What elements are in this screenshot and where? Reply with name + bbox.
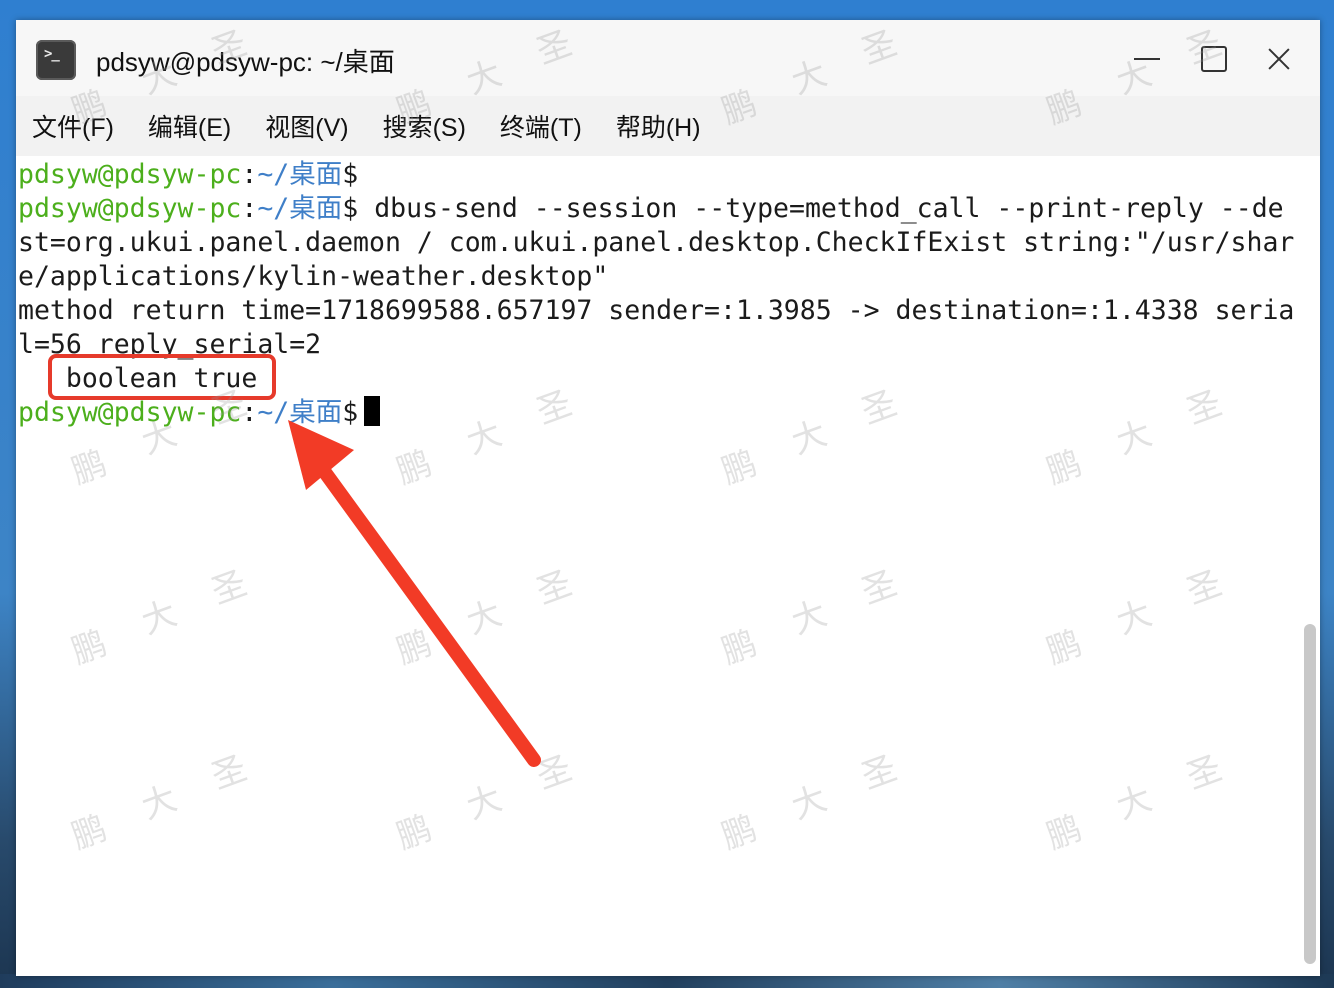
desktop-background-bottom	[0, 974, 1334, 988]
title-bar[interactable]: >_ pdsyw@pdsyw-pc: ~/桌面	[16, 20, 1320, 96]
menu-edit[interactable]: 编辑(E)	[148, 108, 231, 144]
terminal-line: pdsyw@pdsyw-pc:~/桌面$	[18, 158, 358, 192]
prompt-user: pdsyw@pdsyw-pc	[18, 159, 242, 190]
terminal-window: >_ pdsyw@pdsyw-pc: ~/桌面 文件(F) 编辑(E) 视图(V…	[16, 20, 1320, 976]
menu-view[interactable]: 视图(V)	[265, 108, 348, 144]
menu-help[interactable]: 帮助(H)	[616, 108, 701, 144]
prompt-user: pdsyw@pdsyw-pc	[18, 397, 242, 428]
menu-terminal[interactable]: 终端(T)	[500, 108, 582, 144]
terminal-line: e/applications/kylin-weather.desktop"	[18, 261, 609, 292]
prompt-symbol: $	[342, 397, 359, 428]
terminal-line: pdsyw@pdsyw-pc:~/桌面$ dbus-send --session…	[18, 192, 1284, 226]
menu-file[interactable]: 文件(F)	[32, 108, 114, 144]
minimize-button[interactable]	[1130, 42, 1164, 76]
desktop-background-right	[1318, 0, 1334, 988]
annotation-highlight-box	[48, 354, 276, 400]
menu-bar: 文件(F) 编辑(E) 视图(V) 搜索(S) 终端(T) 帮助(H)	[16, 96, 1320, 156]
close-button[interactable]	[1262, 42, 1296, 76]
prompt-symbol: $	[342, 193, 359, 224]
terminal-output[interactable]: pdsyw@pdsyw-pc:~/桌面$ pdsyw@pdsyw-pc:~/桌面…	[16, 156, 1320, 976]
terminal-line: pdsyw@pdsyw-pc:~/桌面$	[18, 396, 381, 430]
prompt-path: ~/桌面	[257, 193, 343, 224]
maximize-button[interactable]	[1196, 42, 1230, 76]
terminal-icon: >_	[36, 40, 76, 80]
prompt-path: ~/桌面	[257, 397, 343, 428]
maximize-icon	[1201, 46, 1227, 72]
prompt-separator: :	[241, 397, 258, 428]
prompt-symbol: $	[342, 159, 359, 190]
window-title: pdsyw@pdsyw-pc: ~/桌面	[96, 47, 395, 77]
prompt-path: ~/桌面	[257, 159, 343, 190]
prompt-user: pdsyw@pdsyw-pc	[18, 193, 242, 224]
terminal-line: st=org.ukui.panel.daemon / com.ukui.pane…	[18, 227, 1295, 258]
prompt-separator: :	[241, 159, 258, 190]
terminal-line: method return time=1718699588.657197 sen…	[18, 295, 1295, 326]
scrollbar[interactable]	[1304, 624, 1316, 964]
prompt-separator: :	[241, 193, 258, 224]
menu-search[interactable]: 搜索(S)	[383, 108, 466, 144]
text-cursor	[364, 396, 381, 426]
command-text: dbus-send --session --type=method_call -…	[374, 193, 1284, 224]
